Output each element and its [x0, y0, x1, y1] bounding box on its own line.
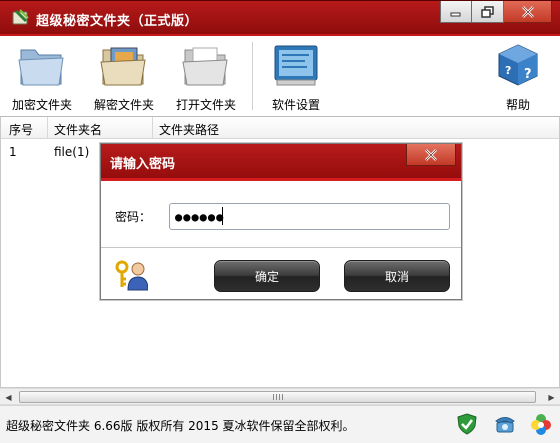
- status-bar: 超级秘密文件夹 6.66版 版权所有 2015 夏冰软件保留全部权利。: [0, 405, 560, 443]
- toolbar-label: 加密文件夹: [11, 98, 72, 112]
- shield-check-icon[interactable]: [456, 413, 478, 435]
- password-dialog: 请输入密码 密码： 确定 取消: [100, 143, 462, 300]
- folder-encrypt-icon: [18, 49, 64, 86]
- settings-button[interactable]: 软件设置: [256, 42, 336, 113]
- column-divider[interactable]: [152, 117, 153, 139]
- decrypt-folder-button[interactable]: 解密文件夹: [84, 42, 164, 113]
- toolbar-label: 帮助: [505, 98, 530, 112]
- scroll-right-button[interactable]: ▶: [543, 389, 560, 405]
- cancel-button[interactable]: 取消: [344, 260, 450, 292]
- grip-icon: [272, 394, 283, 400]
- dialog-title-bar: 请输入密码: [101, 144, 461, 178]
- dialog-divider: [101, 247, 461, 248]
- text-caret: [222, 207, 223, 225]
- row-index[interactable]: 1: [9, 145, 17, 159]
- minimize-button[interactable]: [440, 1, 472, 23]
- minimize-icon: [450, 12, 461, 16]
- scroll-left-button[interactable]: ◀: [0, 389, 17, 405]
- svg-text:?: ?: [505, 64, 511, 77]
- window-controls: [440, 1, 552, 23]
- window-title: 超级秘密文件夹（正式版）: [36, 14, 199, 29]
- color-flower-icon[interactable]: [530, 413, 552, 435]
- dialog-accent-line: [101, 178, 461, 181]
- restore-button[interactable]: [472, 1, 504, 23]
- phone-icon[interactable]: [494, 413, 516, 435]
- settings-icon: [274, 45, 318, 86]
- close-button[interactable]: [504, 1, 552, 23]
- encrypt-folder-button[interactable]: 加密文件夹: [2, 42, 82, 113]
- help-button[interactable]: ? ? 帮助: [478, 42, 558, 113]
- copyright-text: 超级秘密文件夹 6.66版 版权所有 2015 夏冰软件保留全部权利。: [6, 419, 355, 433]
- table-header: 序号 文件夹名 文件夹路径: [1, 117, 559, 139]
- dialog-title: 请输入密码: [110, 157, 176, 172]
- folder-open-icon: [182, 47, 228, 86]
- row-folder-name[interactable]: file(1): [54, 145, 89, 159]
- horizontal-scrollbar[interactable]: ◀ ▶: [0, 388, 560, 405]
- toolbar-label: 解密文件夹: [93, 98, 154, 112]
- scrollbar-thumb[interactable]: [19, 391, 536, 403]
- column-divider[interactable]: [47, 117, 48, 139]
- title-bar: 超级秘密文件夹（正式版）: [0, 0, 560, 34]
- arrow-left-icon: ◀: [5, 392, 12, 402]
- confirm-button[interactable]: 确定: [214, 260, 320, 292]
- toolbar: 加密文件夹 解密文件夹 打开文件夹 软件设置 ? ? 帮助: [0, 34, 560, 114]
- toolbar-label: 打开文件夹: [175, 98, 236, 112]
- password-input[interactable]: [169, 203, 450, 230]
- open-folder-button[interactable]: 打开文件夹: [166, 42, 246, 113]
- toolbar-separator: [252, 42, 253, 110]
- close-icon: [521, 5, 534, 18]
- app-logo-icon: [12, 9, 29, 25]
- svg-text:?: ?: [524, 67, 532, 82]
- folder-decrypt-icon: [100, 47, 146, 86]
- dialog-close-button[interactable]: [406, 144, 456, 166]
- toolbar-label: 软件设置: [271, 98, 320, 112]
- close-icon: [425, 148, 437, 161]
- help-cube-icon: ? ?: [498, 44, 538, 86]
- user-key-icon: [115, 260, 148, 291]
- password-label: 密码：: [115, 210, 152, 224]
- column-header-index[interactable]: 序号: [9, 121, 33, 138]
- column-header-path[interactable]: 文件夹路径: [159, 121, 219, 138]
- arrow-right-icon: ▶: [548, 392, 555, 402]
- column-header-name[interactable]: 文件夹名: [54, 121, 102, 138]
- restore-icon: [480, 5, 494, 18]
